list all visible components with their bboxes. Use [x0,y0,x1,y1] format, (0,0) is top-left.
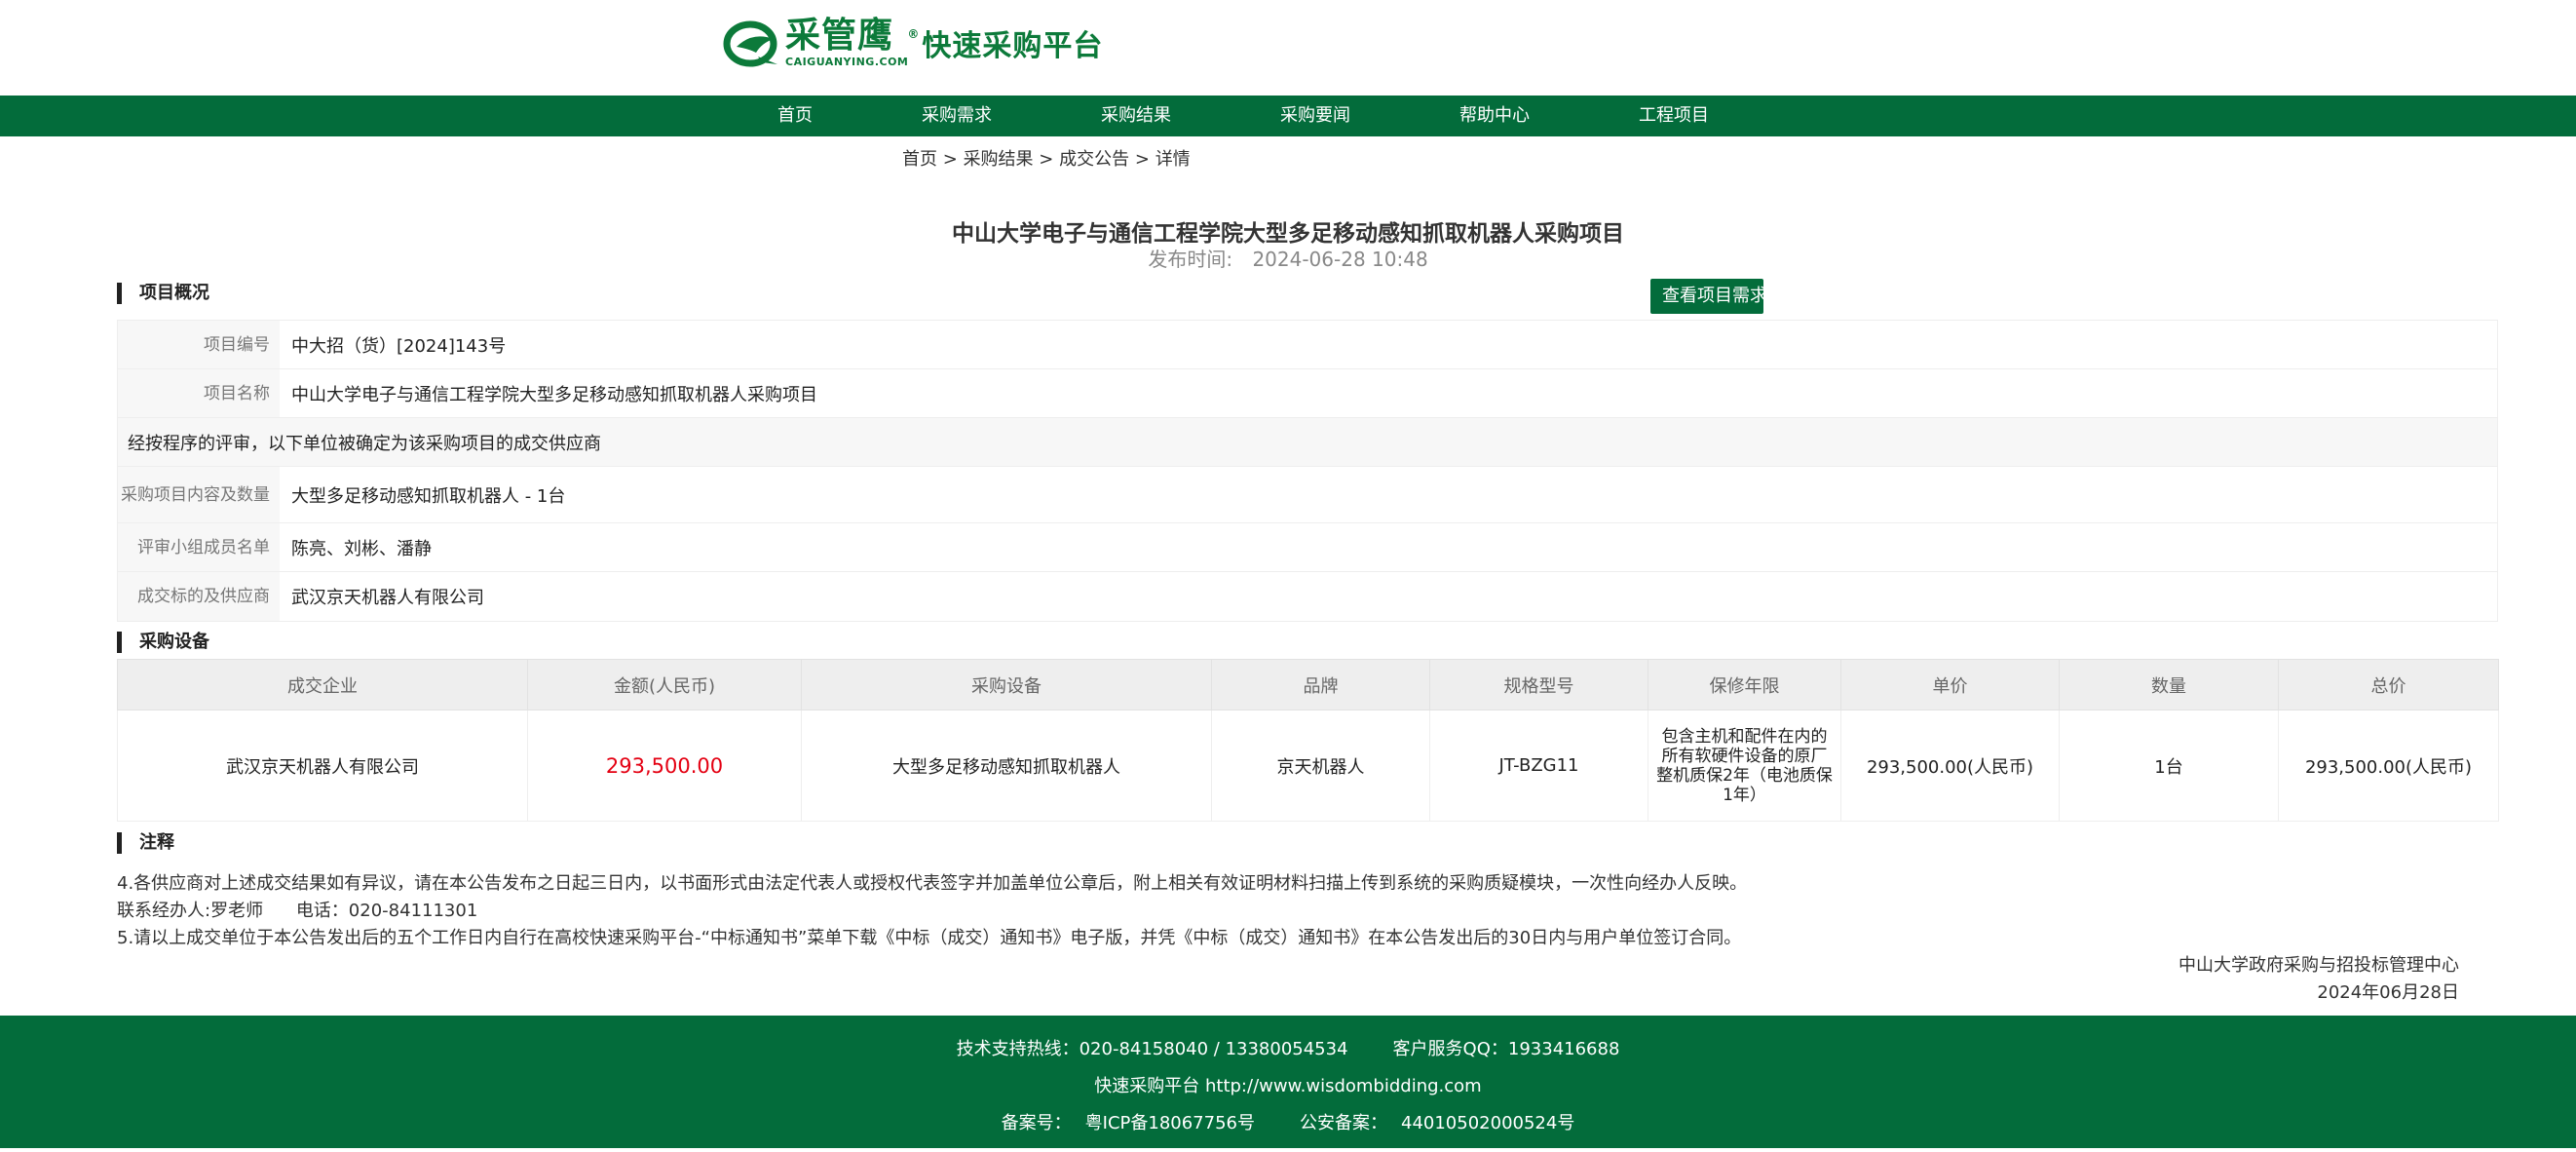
section-heading-overview: 项目概况 [117,283,209,304]
footer: 技术支持热线：020-84158040 / 13380054534 客户服务QQ：… [0,1016,2576,1148]
service-qq: 客户服务QQ：1933416688 [1392,1039,1620,1059]
publish-time: 发布时间: 2024-06-28 10:48 [0,244,2576,272]
purchase-content: 大型多足移动感知抓取机器人 - 1台 [291,485,566,507]
platform-name: 快速采购平台 [922,29,1104,63]
icp-number[interactable]: 粤ICP备18067756号 [1085,1113,1255,1133]
column-header: 单价 [1840,659,2060,710]
page-title: 中山大学电子与通信工程学院大型多足移动感知抓取机器人采购项目 [952,221,1624,247]
signer: 中山大学政府采购与招投标管理中心 [2178,955,2459,976]
overview-row: 项目名称 中山大学电子与通信工程学院大型多足移动感知抓取机器人采购项目 [118,369,2497,418]
nav-engineering[interactable]: 工程项目 [1639,96,1709,136]
view-requirements-button[interactable]: 查看项目需求 [1650,279,1763,314]
overview-row: 成交标的及供应商 武汉京天机器人有限公司 [118,572,2497,621]
column-header: 数量 [2059,659,2279,710]
breadcrumb-detail: 详情 [1155,149,1191,170]
breadcrumb-separator: > [1134,149,1150,170]
nav-purchase-news[interactable]: 采购要闻 [1280,96,1350,136]
column-header: 总价 [2278,659,2499,710]
cell-unit-price: 293,500.00(人民币) [1840,710,2060,822]
table-row: 武汉京天机器人有限公司 293,500.00 大型多足移动感知抓取机器人 京天机… [117,710,2499,822]
cell-total: 293,500.00(人民币) [2278,710,2499,822]
nav-help-center[interactable]: 帮助中心 [1459,96,1530,136]
overview-label: 成交标的及供应商 [118,572,280,621]
footer-site-link[interactable]: 快速采购平台 http://www.wisdombidding.com [0,1072,2576,1097]
table-header-row: 成交企业 金额(人民币) 采购设备 品牌 规格型号 保修年限 单价 数量 总价 [117,659,2499,710]
overview-label: 评审小组成员名单 [118,523,280,571]
section-heading-notes: 注释 [117,832,174,854]
project-name: 中山大学电子与通信工程学院大型多足移动感知抓取机器人采购项目 [291,384,817,405]
publish-time-label: 发布时间: [1148,248,1233,271]
sign-date: 2024年06月28日 [2317,982,2459,1003]
overview-row: 评审小组成员名单 陈亮、刘彬、潘静 [118,523,2497,572]
breadcrumb-separator: > [1039,149,1054,170]
cell-company: 武汉京天机器人有限公司 [117,710,528,822]
equipment-table: 成交企业 金额(人民币) 采购设备 品牌 规格型号 保修年限 单价 数量 总价 … [117,659,2499,822]
breadcrumb-result[interactable]: 采购结果 [964,149,1034,170]
eagle-logo-icon [723,18,781,68]
police-number[interactable]: 44010502000524号 [1401,1113,1574,1133]
nav-purchase-demand[interactable]: 采购需求 [922,96,992,136]
breadcrumb: 首页 > 采购结果 > 成交公告 > 详情 [902,145,1191,171]
publish-time-value: 2024-06-28 10:48 [1252,248,1428,271]
cell-quantity: 1台 [2059,710,2279,822]
nav-home[interactable]: 首页 [777,96,813,136]
overview-label: 项目名称 [118,369,280,417]
overview-row: 采购项目内容及数量 大型多足移动感知抓取机器人 - 1台 [118,467,2497,523]
logo[interactable]: 采管鹰 ® CAIGUANYING.COM 快速采购平台 [723,14,1103,72]
cell-model: JT-BZG11 [1429,710,1648,822]
project-number: 中大招（货）[2024]143号 [291,335,507,357]
column-header: 金额(人民币) [527,659,802,710]
award-statement: 经按程序的评审，以下单位被确定为该采购项目的成交供应商 [118,418,2497,466]
section-heading-equipment: 采购设备 [117,632,209,653]
review-members: 陈亮、刘彬、潘静 [291,538,432,559]
column-header: 采购设备 [801,659,1212,710]
column-header: 品牌 [1211,659,1430,710]
cell-device: 大型多足移动感知抓取机器人 [801,710,1212,822]
overview-table: 项目编号 中大招（货）[2024]143号 项目名称 中山大学电子与通信工程学院… [117,320,2498,622]
overview-row: 项目编号 中大招（货）[2024]143号 [118,321,2497,369]
column-header: 保修年限 [1648,659,1841,710]
cell-warranty: 包含主机和配件在内的所有软硬件设备的原厂整机质保2年（电池质保1年） [1648,710,1841,822]
support-hotline: 技术支持热线：020-84158040 / 13380054534 [956,1039,1348,1059]
note-objection: 4.各供应商对上述成交结果如有异议，请在本公告发布之日起三日内，以书面形式由法定… [117,873,1748,894]
registered-mark: ® [907,27,921,41]
overview-row: 经按程序的评审，以下单位被确定为该采购项目的成交供应商 [118,418,2497,467]
overview-label: 采购项目内容及数量 [118,467,280,522]
note-contract: 5.请以上成交单位于本公告发出后的五个工作日内自行在高校快速采购平台-“中标通知… [117,928,1742,948]
column-header: 成交企业 [117,659,528,710]
note-contact: 联系经办人:罗老师 电话：020-84111301 [117,897,477,922]
brand-name: 采管鹰 [785,16,894,56]
cell-brand: 京天机器人 [1211,710,1430,822]
breadcrumb-home[interactable]: 首页 [902,149,937,170]
icp-label: 备案号： [1001,1113,1072,1133]
nav-purchase-result[interactable]: 采购结果 [1101,96,1171,136]
footer-contact-line: 技术支持热线：020-84158040 / 13380054534 客户服务QQ：… [0,1035,2576,1060]
main-nav: 首页 采购需求 采购结果 采购要闻 帮助中心 工程项目 [0,96,2576,136]
cell-amount: 293,500.00 [527,710,802,822]
police-label: 公安备案： [1300,1113,1387,1133]
brand-domain: CAIGUANYING.COM [785,56,909,68]
overview-label: 项目编号 [118,321,280,368]
contact-person: 联系经办人:罗老师 [117,901,264,921]
column-header: 规格型号 [1429,659,1648,710]
winning-supplier: 武汉京天机器人有限公司 [291,588,484,608]
breadcrumb-announcement[interactable]: 成交公告 [1059,149,1129,170]
breadcrumb-separator: > [942,149,958,170]
footer-record-line: 备案号： 粤ICP备18067756号 公安备案： 44010502000524号 [0,1109,2576,1134]
contact-phone: 电话：020-84111301 [295,901,478,921]
